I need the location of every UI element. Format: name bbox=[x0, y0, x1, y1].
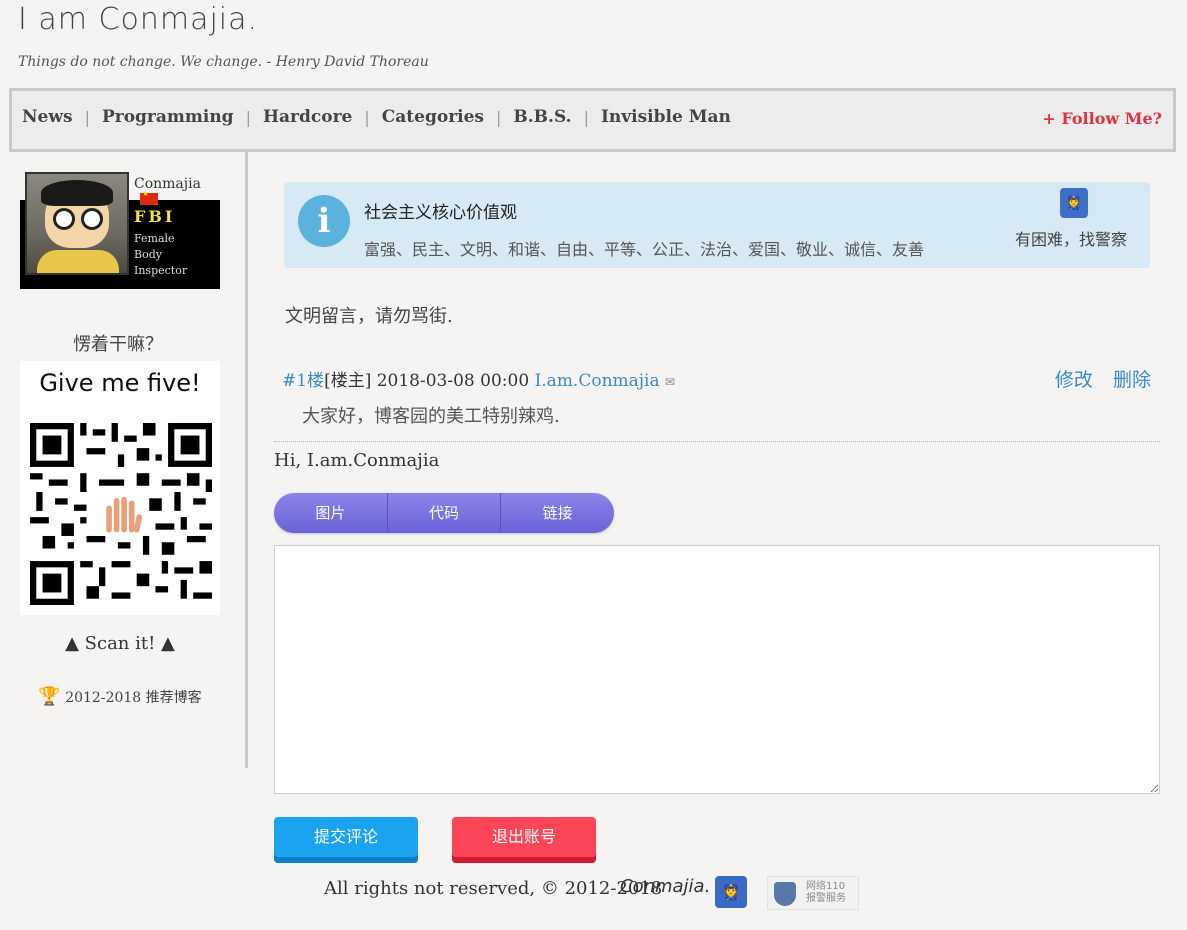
footer-signature: Conmajia. bbox=[620, 876, 711, 897]
insert-image-button[interactable]: 图片 bbox=[274, 493, 388, 533]
site-motto: Things do not change. We change. - Henry… bbox=[18, 54, 429, 70]
qr-code-box: Give me five! bbox=[20, 361, 220, 615]
insert-link-button[interactable]: 链接 bbox=[501, 493, 614, 533]
nav-item-hardcore[interactable]: Hardcore bbox=[263, 107, 352, 127]
nav-item-programming[interactable]: Programming bbox=[102, 107, 234, 127]
avatar bbox=[25, 172, 129, 275]
comment-floor-link[interactable]: #1楼 bbox=[282, 371, 324, 391]
nav-separator: | bbox=[364, 107, 370, 127]
police-icon[interactable]: 👮 bbox=[715, 876, 747, 908]
civil-notice: 文明留言，请勿骂街. bbox=[285, 306, 453, 327]
nav-item-categories[interactable]: Categories bbox=[382, 107, 484, 127]
fbi-desc-line: Body bbox=[134, 248, 162, 261]
police-text: 有困难，找警察 bbox=[1015, 230, 1128, 249]
nav-separator: | bbox=[496, 107, 502, 127]
divider bbox=[274, 441, 1160, 442]
fbi-description: Female Body Inspector bbox=[134, 231, 187, 279]
nav-item-bbs[interactable]: B.B.S. bbox=[513, 107, 571, 127]
comment-header: #1楼[楼主] 2018-03-08 00:00 I.am.Conmajia ✉ bbox=[282, 366, 675, 391]
comment-textarea[interactable] bbox=[274, 545, 1160, 794]
police-icon[interactable]: 👮 bbox=[1060, 188, 1088, 218]
notice-banner: i 社会主义核心价值观 富强、民主、文明、和谐、自由、平等、公正、法治、爱国、敬… bbox=[284, 182, 1150, 268]
submit-comment-button[interactable]: 提交评论 bbox=[274, 817, 418, 863]
notice-title: 社会主义核心价值观 bbox=[364, 203, 517, 223]
nav-separator: | bbox=[245, 107, 251, 127]
follow-me-link[interactable]: + Follow Me? bbox=[1042, 109, 1162, 128]
nav-separator: | bbox=[583, 107, 589, 127]
qr-title: Give me five! bbox=[39, 369, 201, 397]
delete-comment-link[interactable]: 删除 bbox=[1113, 369, 1151, 391]
site-title[interactable]: I am Conmajia. bbox=[18, 2, 258, 37]
award-text: 2012-2018 推荐博客 bbox=[65, 690, 202, 706]
badge-line: 网络110 bbox=[806, 881, 846, 892]
comment-body: 大家好，博客园的美工特别辣鸡. bbox=[302, 406, 560, 427]
nav-item-news[interactable]: News bbox=[22, 107, 73, 127]
what-doing-text: 愣着干嘛？ bbox=[73, 334, 163, 355]
sidebar: Conmajia FBI Female Body Inspector 愣着干嘛？… bbox=[0, 152, 248, 768]
logout-button[interactable]: 退出账号 bbox=[452, 817, 596, 863]
award-badge: 🏆 2012-2018 推荐博客 bbox=[0, 686, 240, 707]
trophy-icon: 🏆 bbox=[38, 686, 61, 707]
notice-values: 富强、民主、文明、和谐、自由、平等、公正、法治、爱国、敬业、诚信、友善 bbox=[364, 240, 925, 259]
edit-comment-link[interactable]: 修改 bbox=[1055, 369, 1093, 391]
nav-items: News | Programming | Hardcore | Categori… bbox=[22, 107, 731, 127]
nav-item-invisible-man[interactable]: Invisible Man bbox=[601, 107, 731, 127]
nav-separator: | bbox=[84, 107, 90, 127]
profile-name: Conmajia bbox=[134, 176, 220, 208]
comment-author-link[interactable]: I.am.Conmajia bbox=[535, 371, 660, 391]
footer-copyright: All rights not reserved, © 2012-2018 bbox=[324, 878, 663, 899]
badge-line: 报警服务 bbox=[806, 893, 846, 904]
comment-date: 2018-03-08 00:00 bbox=[376, 371, 530, 391]
info-icon: i bbox=[298, 195, 350, 247]
comment-actions: 修改 删除 bbox=[1041, 365, 1151, 392]
qr-code-image bbox=[30, 423, 212, 605]
fbi-desc-line: Female bbox=[134, 232, 175, 245]
fbi-desc-line: Inspector bbox=[134, 264, 188, 277]
insert-code-button[interactable]: 代码 bbox=[388, 493, 502, 533]
profile-card: Conmajia FBI Female Body Inspector bbox=[20, 172, 220, 289]
fbi-label: FBI bbox=[134, 207, 176, 226]
mail-icon[interactable]: ✉ bbox=[665, 375, 675, 389]
navbar: News | Programming | Hardcore | Categori… bbox=[9, 88, 1176, 152]
net110-badge[interactable]: 网络110 报警服务 bbox=[767, 876, 859, 910]
china-flag-icon bbox=[140, 189, 158, 205]
greeting: Hi, I.am.Conmajia bbox=[274, 450, 440, 471]
scan-it-text: ▲ Scan it! ▲ bbox=[65, 633, 175, 654]
editor-toolbar: 图片 代码 链接 bbox=[274, 493, 614, 533]
shield-icon bbox=[774, 882, 796, 906]
comment-role: [楼主] bbox=[324, 371, 372, 391]
